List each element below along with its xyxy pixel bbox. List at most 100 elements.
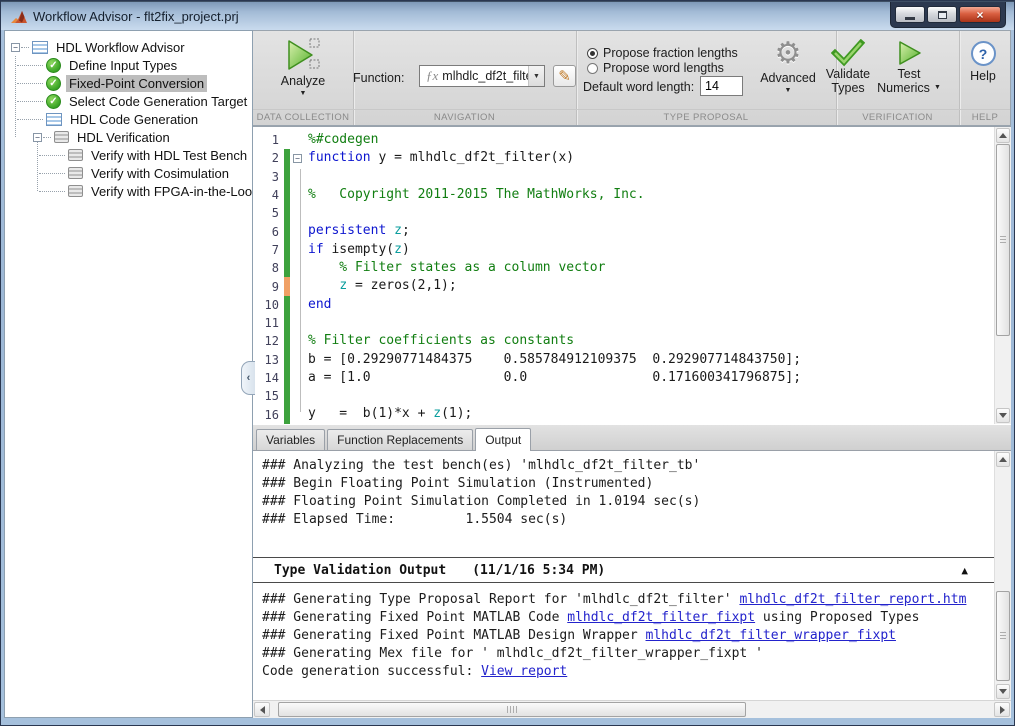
report-link[interactable]: mlhdlc_df2t_filter_fixpt [567, 610, 755, 625]
code-text: if isempty(z) [308, 241, 410, 259]
tab-function-replacements[interactable]: Function Replacements [327, 429, 473, 450]
code-line: 15 [253, 387, 994, 405]
dropdown-arrow-icon: ▼ [785, 87, 792, 95]
test-run-icon [895, 39, 923, 67]
tree-item-hdl-verification[interactable]: − HDL Verification [5, 128, 252, 146]
editor-vertical-scrollbar[interactable] [994, 127, 1011, 424]
report-link[interactable]: mlhdlc_df2t_filter_report.htm [739, 592, 966, 607]
code-line: 13b = [0.29290771484375 0.58578491210937… [253, 351, 994, 369]
line-number: 1 [253, 133, 279, 147]
code-text: function y = mlhdlc_df2t_filter(x) [308, 149, 574, 167]
panel-collapse-handle[interactable]: ‹ [241, 361, 255, 395]
code-line: 7if isempty(z) [253, 241, 994, 259]
toolbar-section-label-help: HELP [959, 110, 1011, 126]
coverage-bar [284, 277, 290, 295]
scroll-right-button[interactable] [994, 702, 1010, 717]
output-scrollbar-thumb[interactable] [996, 591, 1010, 681]
help-icon: ? [971, 41, 996, 66]
code-editor: 1%#codegen2−function y = mlhdlc_df2t_fil… [253, 126, 1011, 424]
dropdown-arrow-icon: ▼ [300, 90, 307, 98]
tree-item-verify-with-hdl-test-bench[interactable]: Verify with HDL Test Bench [5, 146, 252, 164]
tree-connector [17, 101, 43, 102]
titlebar[interactable]: Workflow Advisor - flt2fix_project.prj × [1, 1, 1014, 30]
code-text: % Filter coefficients as constants [308, 332, 574, 350]
radio-propose-word-lengths[interactable]: Propose word lengths [587, 61, 724, 75]
default-word-length-input[interactable] [700, 76, 743, 96]
test-numerics-button[interactable]: Test Numerics ▼ [878, 39, 940, 95]
scroll-down-button[interactable] [996, 408, 1010, 423]
code-fold-line [300, 169, 301, 412]
tree-expander-icon[interactable]: − [33, 133, 42, 142]
tree-connector [17, 119, 43, 120]
close-button[interactable]: × [959, 6, 1001, 23]
radio-off-icon [587, 63, 598, 74]
console-line: ### Generating Fixed Point MATLAB Code m… [262, 609, 994, 627]
tab-variables[interactable]: Variables [256, 429, 325, 450]
report-link[interactable]: mlhdlc_df2t_filter_wrapper_fixpt [646, 628, 896, 643]
window-title: Workflow Advisor - flt2fix_project.prj [33, 9, 239, 24]
radio-propose-fraction-lengths[interactable]: Propose fraction lengths [587, 46, 738, 60]
horizontal-scrollbar-thumb[interactable] [278, 702, 746, 717]
minimize-button[interactable] [895, 6, 925, 23]
coverage-bar [284, 351, 290, 369]
scroll-left-button[interactable] [254, 702, 270, 717]
tree-expander-icon[interactable]: − [11, 43, 20, 52]
tab-output[interactable]: Output [475, 428, 531, 451]
tree-item-hdl-workflow-advisor[interactable]: −HDL Workflow Advisor [5, 38, 252, 56]
tree-item-verify-with-fpga-in-the-loop[interactable]: Verify with FPGA-in-the-Loop [5, 182, 252, 200]
function-value: mlhdlc_df2t_filter [442, 69, 528, 83]
output-vertical-scrollbar[interactable] [994, 451, 1011, 700]
console-line: ### Floating Point Simulation Completed … [262, 493, 994, 511]
report-link[interactable]: View report [481, 664, 567, 679]
type-validation-header: Type Validation Output(11/1/16 5:34 PM)▲ [253, 557, 994, 583]
code-line: 14a = [1.0 0.0 0.171600341796875]; [253, 369, 994, 387]
scroll-up-button[interactable] [996, 128, 1010, 143]
tree-item-verify-with-cosimulation[interactable]: Verify with Cosimulation [5, 164, 252, 182]
tree-connector [17, 65, 43, 66]
coverage-bar [284, 387, 290, 405]
validate-types-button[interactable]: Validate Types [813, 39, 883, 95]
status-check-icon: ✓ [46, 94, 61, 109]
scroll-up-button[interactable] [996, 452, 1010, 467]
code-line: 16y = b(1)*x + z(1); [253, 405, 994, 423]
minimize-icon [905, 17, 915, 20]
analyze-button[interactable]: Analyze ▼ [269, 36, 337, 98]
toolbar-section-strip: DATA COLLECTIONNAVIGATIONTYPE PROPOSALVE… [253, 109, 1010, 125]
line-number: 12 [253, 334, 279, 348]
code-line: 2−function y = mlhdlc_df2t_filter(x) [253, 149, 994, 167]
code-editing-area[interactable]: 1%#codegen2−function y = mlhdlc_df2t_fil… [253, 131, 994, 424]
code-line: 9 z = zeros(2,1); [253, 277, 994, 295]
tree-connector [17, 83, 43, 84]
console-line: ### Analyzing the test bench(es) 'mlhdlc… [262, 457, 994, 475]
scroll-down-button[interactable] [996, 684, 1010, 699]
status-check-icon: ✓ [46, 58, 61, 73]
line-number: 3 [253, 170, 279, 184]
function-combobox[interactable]: ƒx mlhdlc_df2t_filter ▼ [419, 65, 545, 87]
console-line [262, 529, 994, 547]
tree-item-hdl-code-generation[interactable]: HDL Code Generation [5, 110, 252, 128]
validate-label-line2: Types [831, 81, 864, 95]
code-fold-icon[interactable]: − [293, 154, 302, 163]
tree-item-select-code-generation-target[interactable]: ✓Select Code Generation Target [5, 92, 252, 110]
workflow-tree-panel: −HDL Workflow Advisor✓Define Input Types… [4, 30, 253, 718]
horizontal-scrollbar[interactable] [253, 700, 1011, 718]
help-button[interactable]: ? Help [958, 41, 1008, 83]
coverage-bar [284, 131, 290, 149]
toolbar-section-label-data-collection: DATA COLLECTION [253, 110, 353, 126]
combo-dropdown-icon[interactable]: ▼ [528, 66, 544, 86]
tree-item-fixed-point-conversion[interactable]: ✓Fixed-Point Conversion [5, 74, 252, 92]
task-list-icon [32, 41, 48, 54]
tree-item-label: Fixed-Point Conversion [66, 75, 207, 92]
tree-item-define-input-types[interactable]: ✓Define Input Types [5, 56, 252, 74]
radio-label: Propose word lengths [603, 61, 724, 75]
collapse-section-icon[interactable]: ▲ [961, 564, 968, 577]
coverage-bar [284, 168, 290, 186]
edit-function-button[interactable]: ✎ [553, 65, 576, 87]
restore-button[interactable] [927, 6, 957, 23]
tree-item-label: HDL Verification [74, 129, 173, 146]
coverage-bar [284, 259, 290, 277]
main-area: Analyze ▼ Function: ƒx mlhdlc_df2t_filte… [253, 30, 1011, 718]
editor-scrollbar-thumb[interactable] [996, 144, 1010, 336]
tree-item-label: Verify with Cosimulation [88, 165, 232, 182]
restore-icon [938, 11, 947, 19]
